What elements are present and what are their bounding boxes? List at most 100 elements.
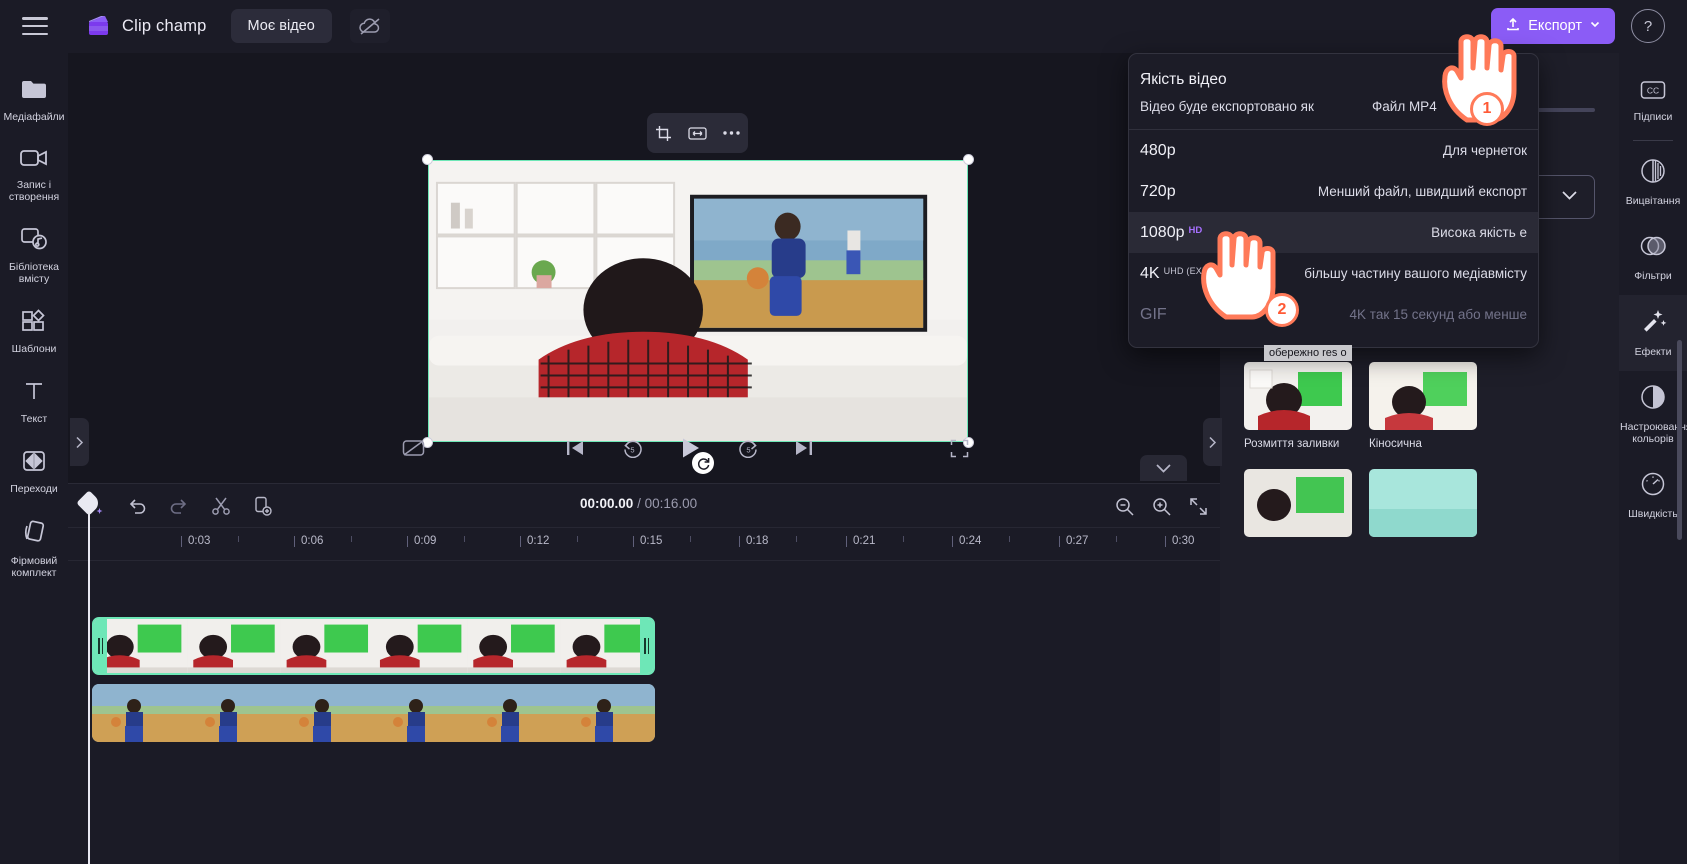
sidebar-item-label: Медіафайли [3, 111, 65, 123]
clipchamp-app: Clip champ Моє відео Експорт ? Медіафайл… [0, 0, 1687, 864]
redo-icon[interactable] [166, 493, 192, 519]
svg-text:CC: CC [1647, 86, 1659, 96]
effect-card[interactable] [1244, 468, 1352, 544]
total-time: 00:16.00 [644, 496, 698, 511]
quality-desc: Висока якість е [1431, 225, 1527, 240]
sidebar-item-transitions[interactable]: Переходи [0, 437, 68, 507]
effect-card[interactable] [1369, 468, 1477, 544]
transitions-icon [21, 449, 47, 478]
rail-item-fade[interactable]: Вицвітання [1619, 145, 1687, 220]
flip-icon[interactable] [683, 120, 711, 146]
sidebar-item-brand-kit[interactable]: Фірмовий комплект [0, 507, 68, 591]
effect-card[interactable]: Кіносична [1369, 362, 1477, 452]
duplicate-icon[interactable] [250, 493, 276, 519]
project-tab[interactable]: Моє відео [230, 9, 332, 43]
playhead[interactable] [76, 490, 102, 864]
export-button[interactable]: Експорт [1491, 8, 1615, 44]
rewind-5-icon[interactable]: 5 [612, 428, 652, 468]
ruler-tick: 0:09 [414, 535, 437, 547]
skip-previous-icon[interactable] [555, 428, 595, 468]
folder-icon [20, 77, 48, 106]
help-icon[interactable]: ? [1631, 9, 1665, 43]
resize-handle-tl[interactable] [422, 154, 433, 165]
effect-thumbnail [1244, 468, 1352, 537]
tooltip-overlay: обережно res o [1264, 345, 1352, 361]
sidebar-item-text[interactable]: Текст [0, 367, 68, 437]
effect-thumbnail [1369, 362, 1477, 430]
zoom-out-icon[interactable] [1111, 493, 1137, 519]
quality-option-480p[interactable]: 480p Для чернеток [1129, 130, 1538, 171]
export-button-label: Експорт [1528, 18, 1582, 34]
fit-to-screen-icon[interactable] [1185, 493, 1211, 519]
panel-scrollbar[interactable] [1677, 340, 1682, 540]
effect-caption: Розмиття заливки [1244, 438, 1340, 450]
forward-5-icon[interactable]: 5 [728, 428, 768, 468]
annotation-badge-1: 1 [1470, 92, 1504, 126]
collapse-right-panel-button[interactable] [1203, 418, 1222, 466]
ruler-tick: 0:21 [853, 535, 876, 547]
camera-icon [19, 147, 49, 174]
video-preview[interactable] [422, 154, 974, 448]
quality-desc: більшу частину вашого медіавмісту [1304, 266, 1527, 281]
fullscreen-icon[interactable] [939, 428, 979, 468]
captions-off-icon[interactable] [393, 428, 433, 468]
split-scissors-icon[interactable] [208, 493, 234, 519]
ruler-tick: 0:27 [1066, 535, 1089, 547]
templates-icon [21, 309, 47, 338]
timecode: 00:00.00 / 00:16.00 [580, 496, 697, 511]
closed-caption-icon: CC [1640, 80, 1666, 105]
sidebar-item-label: Текст [20, 413, 48, 425]
time-separator: / [637, 496, 641, 511]
sidebar-item-templates[interactable]: Шаблони [0, 297, 68, 367]
quality-badge-hd: HD [1188, 224, 1203, 236]
effect-thumbnail [1244, 362, 1352, 430]
crop-icon[interactable] [650, 120, 678, 146]
quality-res: 1080p [1140, 223, 1185, 241]
sidebar-item-content-library[interactable]: Бібліотека вмісту [0, 215, 68, 297]
clip-trim-left-handle[interactable] [94, 619, 107, 673]
more-icon[interactable] [717, 120, 745, 146]
rail-item-label: Підписи [1633, 111, 1673, 123]
collapse-left-panel-button[interactable] [70, 418, 89, 466]
rail-item-captions[interactable]: CC Підписи [1619, 67, 1687, 136]
collapse-panel-button[interactable] [1140, 455, 1187, 481]
preview-stage [68, 53, 1220, 483]
timeline-ruler[interactable]: 0:03 0:06 0:09 0:12 0:15 0:18 0:21 0:24 … [68, 527, 1220, 561]
chevron-down-icon [1589, 18, 1601, 34]
clip-thumbnails [94, 619, 653, 673]
hamburger-icon[interactable] [22, 17, 48, 35]
dropdown-title: Якість відео [1140, 71, 1227, 88]
playback-controls: 5 5 [68, 425, 1220, 471]
left-sidebar: Медіафайли Запис і створення Бібліотека … [0, 53, 68, 864]
quality-option-gif[interactable]: GIF 4K так 15 секунд або менше [1129, 294, 1538, 335]
sidebar-item-media[interactable]: Медіафайли [0, 65, 68, 135]
quality-desc: 4K так 15 секунд або менше [1349, 307, 1527, 322]
rail-item-label: Швидкість [1628, 508, 1678, 520]
skip-next-icon[interactable] [784, 428, 824, 468]
top-bar: Clip champ Моє відео Експорт ? [0, 0, 1687, 53]
quality-desc: Менший файл, швидший експорт [1317, 184, 1527, 199]
zoom-in-icon[interactable] [1148, 493, 1174, 519]
clip-trim-right-handle[interactable] [640, 619, 653, 673]
quality-option-1080p[interactable]: 1080p HD Висока якість е [1129, 212, 1538, 253]
rail-item-filters[interactable]: Фільтри [1619, 220, 1687, 295]
timeline-clip-basketball[interactable] [92, 684, 655, 742]
effect-card[interactable]: Розмиття заливки [1244, 362, 1352, 452]
annotation-badge-2: 2 [1265, 293, 1299, 327]
resize-handle-tr[interactable] [963, 154, 974, 165]
brand: Clip champ [86, 14, 207, 38]
cloud-off-icon[interactable] [349, 9, 390, 43]
rail-item-label: Фільтри [1634, 270, 1672, 282]
rail-divider [1633, 140, 1673, 141]
quality-option-4k[interactable]: 4K UHD (EXD) більшу частину вашого медіа… [1129, 253, 1538, 294]
play-icon[interactable] [670, 428, 710, 468]
sidebar-item-label: Фірмовий комплект [10, 555, 58, 579]
quality-option-720p[interactable]: 720p Менший файл, швидший експорт [1129, 171, 1538, 212]
quality-res: 720p [1140, 182, 1176, 200]
undo-icon[interactable] [124, 493, 150, 519]
upload-icon [1505, 16, 1521, 36]
timeline: 00:00.00 / 00:16.00 0:03 0:06 0:09 0:12 … [68, 483, 1220, 864]
timeline-clip-video[interactable] [92, 617, 655, 675]
timeline-toolbar: 00:00.00 / 00:16.00 [68, 484, 1220, 527]
sidebar-item-record-create[interactable]: Запис і створення [0, 135, 68, 215]
